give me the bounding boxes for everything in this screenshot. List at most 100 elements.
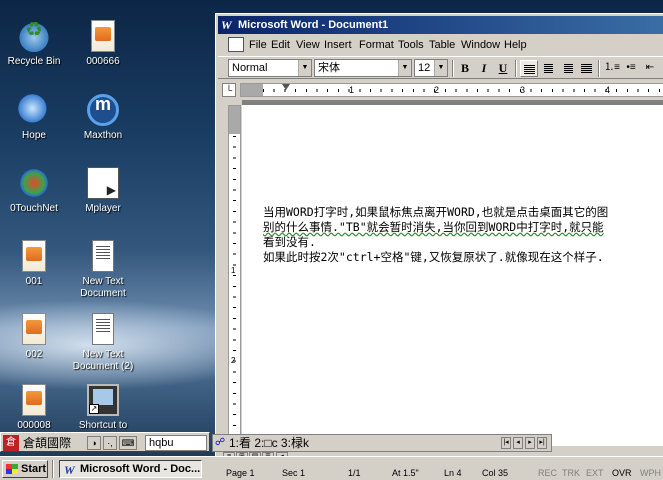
recycle-bin-icon xyxy=(18,20,50,52)
status-ovr[interactable]: OVR xyxy=(612,467,632,479)
desktop-icon-002[interactable]: 002 xyxy=(0,313,70,361)
last-page-button[interactable]: ▸| xyxy=(537,437,547,449)
desktop-icon-new-text-document-2[interactable]: New Text Document (2) xyxy=(67,313,139,373)
text-line: 看到没有. xyxy=(263,235,316,249)
menu-bar: File Edit View Insert Format Tools Table… xyxy=(218,35,663,55)
document-area: 当用WORD打字时,如果鼠标焦点离开WORD,也就是点击桌面其它的图 别的什么事… xyxy=(242,100,663,446)
horizontal-ruler[interactable]: 1 2 3 4 xyxy=(240,83,663,97)
punctuation-icon[interactable]: ·, xyxy=(103,436,117,450)
vertical-ruler[interactable]: 1 2 xyxy=(228,105,241,443)
text-line: 如果此时按2次"ctrl+空格"键,又恢复原状了.就像现在这个样子. xyxy=(263,250,604,264)
toolbar-separator xyxy=(515,60,517,77)
menu-format[interactable]: Format xyxy=(359,39,394,51)
bullet-list-icon: •≡ xyxy=(626,62,636,73)
prev-page-button[interactable]: ◂ xyxy=(513,437,523,449)
touchnet-icon xyxy=(18,167,50,199)
half-full-width-icon[interactable]: ◑ xyxy=(87,436,101,450)
menu-file[interactable]: File xyxy=(249,39,267,51)
horizontal-ruler-row: └ 1 2 3 4 xyxy=(218,80,663,100)
desktop-icon-000666[interactable]: 000666 xyxy=(67,20,139,68)
bullets-button[interactable]: •≡ xyxy=(622,60,640,77)
ime-candidates[interactable]: 1:看 2:□c 3:椂k xyxy=(229,436,309,451)
font-size-select[interactable]: 12 ▼ xyxy=(414,59,448,77)
network-icon xyxy=(18,94,50,126)
desktop-icon-label: New Text Document (2) xyxy=(72,349,134,372)
desktop-icon-mplayer[interactable]: Mplayer xyxy=(67,167,139,215)
status-ext[interactable]: EXT xyxy=(586,467,604,479)
soft-keyboard-icon[interactable]: ⌨ xyxy=(119,436,137,450)
align-right-button[interactable] xyxy=(558,60,576,77)
menu-tools[interactable]: Tools xyxy=(398,39,424,51)
menu-edit[interactable]: Edit xyxy=(271,39,290,51)
menu-window[interactable]: Window xyxy=(461,39,500,51)
tab-selector-button[interactable]: └ xyxy=(222,83,236,97)
desktop-icon-hope[interactable]: Hope xyxy=(0,94,70,142)
status-line: Ln 4 xyxy=(444,468,462,478)
desktop-icon-shortcut[interactable]: ↗ Shortcut to xyxy=(67,384,139,432)
status-wph[interactable]: WPH xyxy=(640,467,661,479)
toolbar-separator xyxy=(598,60,600,77)
chevron-down-icon[interactable]: ▼ xyxy=(434,60,447,76)
menu-view[interactable]: View xyxy=(296,39,320,51)
first-page-button[interactable]: |◂ xyxy=(501,437,511,449)
decrease-indent-button[interactable]: ⇤ xyxy=(641,60,659,77)
document-page[interactable]: 当用WORD打字时,如果鼠标焦点离开WORD,也就是点击桌面其它的图 别的什么事… xyxy=(242,105,663,446)
desktop-icon-000008[interactable]: 000008 xyxy=(0,384,70,432)
word-window: W Microsoft Word - Document1 File Edit V… xyxy=(215,13,663,462)
next-page-button[interactable]: ▸ xyxy=(525,437,535,449)
ruler-margin xyxy=(241,84,263,96)
taskbar-item-word[interactable]: W Microsoft Word - Doc... xyxy=(59,460,202,478)
chevron-down-icon[interactable]: ▼ xyxy=(398,60,411,76)
desktop-icon-label: Hope xyxy=(22,130,46,141)
shortcut-arrow-icon: ↗ xyxy=(89,404,99,414)
formatting-toolbar: Normal ▼ 宋体 ▼ 12 ▼ B I U ⒈≡ •≡ ⇤ xyxy=(218,56,663,79)
desktop-icon-maxthon[interactable]: Maxthon xyxy=(67,94,139,142)
menu-table[interactable]: Table xyxy=(429,39,455,51)
desktop-icon-otouchnet[interactable]: 0TouchNet xyxy=(0,167,70,215)
start-button[interactable]: Start xyxy=(2,460,48,478)
maxthon-icon xyxy=(87,94,119,126)
style-select[interactable]: Normal ▼ xyxy=(228,59,312,77)
menu-insert[interactable]: Insert xyxy=(324,39,352,51)
document-icon xyxy=(91,20,115,52)
ime-candidate-bar: ☍ 1:看 2:□c 3:椂k |◂ ◂ ▸ ▸| xyxy=(212,434,552,452)
window-title: Microsoft Word - Document1 xyxy=(238,19,389,31)
ruler-ticks xyxy=(263,89,663,92)
title-bar[interactable]: W Microsoft Word - Document1 xyxy=(218,16,663,34)
ime-composition-input[interactable]: hqbu xyxy=(145,435,207,451)
align-center-button[interactable] xyxy=(539,60,557,77)
justify-icon xyxy=(580,64,592,73)
numbering-button[interactable]: ⒈≡ xyxy=(603,60,621,77)
desktop-icon-label: Maxthon xyxy=(83,130,123,141)
ruler-number: 1 xyxy=(231,266,236,275)
status-rec[interactable]: REC xyxy=(538,467,557,479)
font-size-value: 12 xyxy=(418,62,431,74)
justify-button[interactable] xyxy=(577,60,595,77)
status-at: At 1.5" xyxy=(392,468,419,478)
toolbar-separator xyxy=(452,60,454,77)
document-icon xyxy=(22,313,46,345)
italic-button[interactable]: I xyxy=(475,60,493,77)
ime-name[interactable]: 倉頡國際 xyxy=(23,435,71,451)
desktop-icon-label: Recycle Bin xyxy=(7,56,61,67)
style-value: Normal xyxy=(232,62,268,74)
status-trk[interactable]: TRK xyxy=(562,467,580,479)
status-page: Page 1 xyxy=(226,468,255,478)
desktop-icon-new-text-document[interactable]: New Text Document xyxy=(67,240,139,300)
ime-logo-icon[interactable]: 倉 xyxy=(3,435,19,451)
align-center-icon xyxy=(543,64,553,73)
desktop-icon-label: Mplayer xyxy=(85,203,121,214)
underline-button[interactable]: U xyxy=(494,60,512,77)
font-select[interactable]: 宋体 ▼ xyxy=(314,59,412,77)
chevron-down-icon[interactable]: ▼ xyxy=(298,60,311,76)
menu-help[interactable]: Help xyxy=(504,39,527,51)
ruler-number: 2 xyxy=(231,356,236,365)
desktop-icon-001[interactable]: 001 xyxy=(0,240,70,288)
desktop-icon-label: New Text Document xyxy=(80,276,126,299)
desktop-icon-recycle-bin[interactable]: Recycle Bin xyxy=(0,20,70,68)
document-control-icon[interactable] xyxy=(228,37,244,52)
align-left-button[interactable] xyxy=(520,60,538,77)
text-line: 别的什么事情."TB"就会暂时消失,当你回到WORD中打字时,就只能 xyxy=(263,220,604,234)
document-text[interactable]: 当用WORD打字时,如果鼠标焦点离开WORD,也就是点击桌面其它的图 别的什么事… xyxy=(263,205,663,265)
bold-button[interactable]: B xyxy=(456,60,474,77)
